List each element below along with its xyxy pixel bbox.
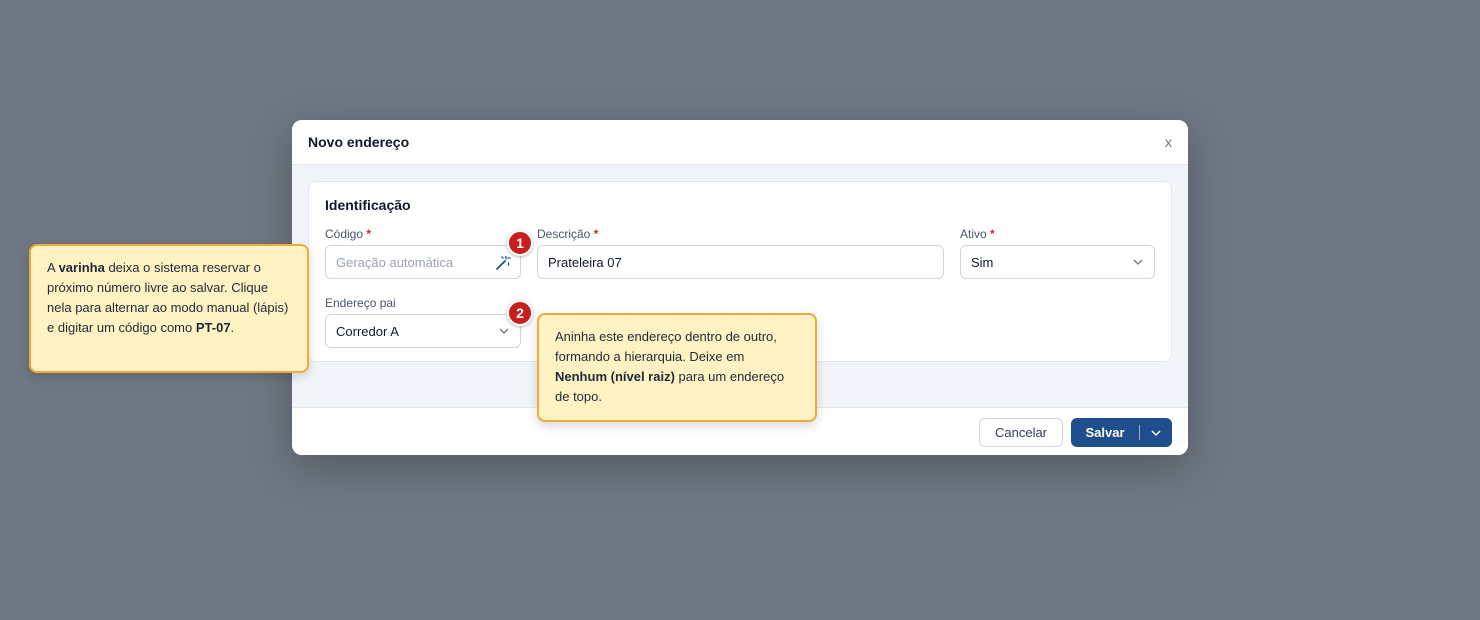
modal-header: Novo endereço x [292, 120, 1188, 165]
save-options-toggle[interactable] [1140, 427, 1172, 439]
save-button[interactable]: Salvar [1071, 418, 1172, 447]
chevron-down-icon [499, 328, 509, 334]
tip2-text: Aninha este endereço dentro de outro, fo… [555, 329, 777, 364]
tip1-text: . [230, 320, 235, 335]
step-badge-1: 1 [507, 230, 533, 256]
ativo-label-text: Ativo [960, 227, 987, 241]
ativo-value: Sim [971, 254, 994, 270]
save-button-label: Salvar [1085, 425, 1125, 440]
required-mark: * [366, 227, 372, 241]
codigo-placeholder: Geração automática [336, 254, 454, 270]
chevron-down-icon [1151, 429, 1161, 436]
descricao-label: Descrição * [537, 227, 598, 241]
tip1-bold: PT-07 [195, 320, 231, 335]
descricao-label-text: Descrição [537, 227, 591, 241]
tip1-bold: varinha [58, 260, 105, 275]
ativo-label: Ativo * [960, 227, 995, 241]
chevron-down-icon [1133, 259, 1143, 265]
descricao-value: Prateleira 07 [548, 254, 622, 270]
section-title: Identificação [325, 197, 411, 213]
magic-wand-icon[interactable] [495, 255, 511, 271]
codigo-label: Código * [325, 227, 371, 241]
codigo-input[interactable]: Geração automática [325, 245, 521, 279]
required-mark: * [990, 227, 995, 241]
endereco-pai-label-text: Endereço pai [325, 296, 396, 310]
tip1-text: A [47, 260, 59, 275]
close-icon[interactable]: x [1165, 134, 1172, 150]
required-mark: * [593, 227, 599, 241]
descricao-input[interactable]: Prateleira 07 [537, 245, 944, 279]
tooltip-endereco-pai: Aninha este endereço dentro de outro, fo… [537, 313, 817, 422]
tooltip-codigo: A varinha deixa o sistema reservar o pró… [29, 244, 309, 373]
modal-title: Novo endereço [308, 134, 410, 150]
step-badge-2: 2 [507, 300, 533, 326]
endereco-pai-value: Corredor A [336, 323, 399, 339]
ativo-select[interactable]: Sim [960, 245, 1155, 279]
tip2-bold: Nenhum (nível raiz) [555, 369, 675, 384]
codigo-label-text: Código [325, 227, 364, 241]
endereco-pai-select[interactable]: Corredor A [325, 314, 521, 348]
endereco-pai-label: Endereço pai [325, 296, 396, 310]
cancel-button[interactable]: Cancelar [979, 418, 1063, 447]
